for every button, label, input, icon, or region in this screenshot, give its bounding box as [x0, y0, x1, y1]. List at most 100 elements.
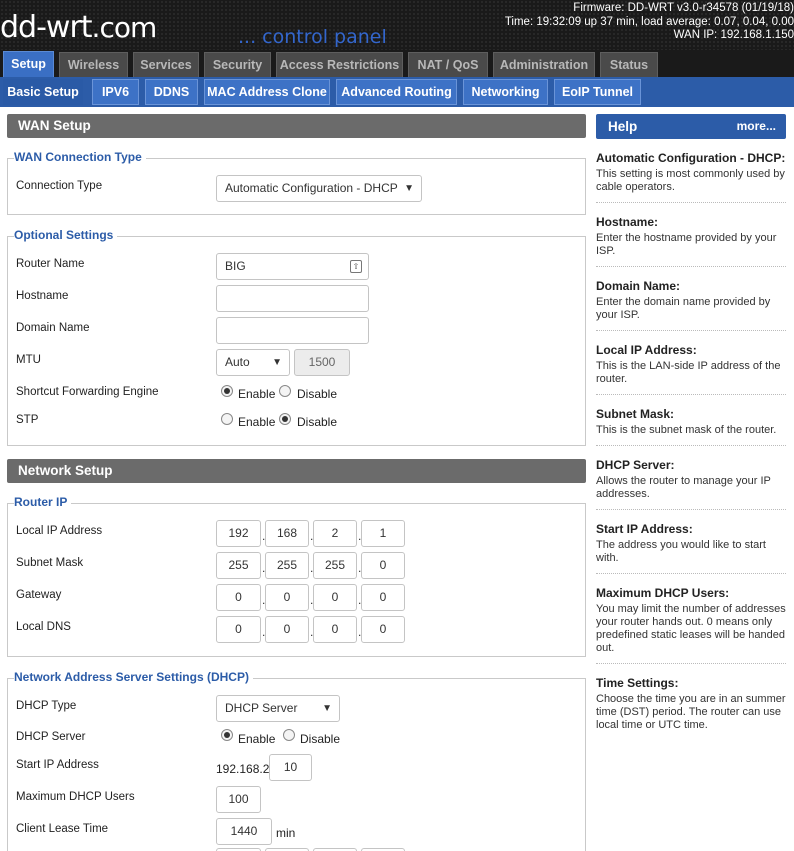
wan-connection-legend: WAN Connection Type [14, 150, 146, 164]
help-item: Time Settings: Choose the time you are i… [596, 676, 786, 754]
help-item-text: This is the subnet mask of the router. [596, 424, 777, 436]
subnet-octet-1[interactable]: 255 [216, 552, 261, 579]
client-lease-time-input[interactable]: 1440 [216, 818, 272, 845]
network-setup-header: Network Setup [7, 459, 586, 483]
dhcp-enable-radio[interactable] [221, 729, 233, 741]
sfe-enable-radio[interactable] [221, 385, 233, 397]
subtab-advanced-routing[interactable]: Advanced Routing [336, 79, 457, 105]
sfe-disable-radio[interactable] [279, 385, 291, 397]
dhcp-type-select[interactable]: DHCP Server ▼ [216, 695, 340, 722]
gateway-octet-2[interactable]: 0 [265, 584, 309, 611]
subnet-octet-4[interactable]: 0 [361, 552, 405, 579]
tab-nat-qos[interactable]: NAT / QoS [408, 52, 488, 77]
stp-disable-label: Disable [297, 415, 338, 429]
help-item: Start IP Address: The address you would … [596, 522, 786, 574]
gateway-octet-3[interactable]: 0 [313, 584, 357, 611]
wan-setup-header: WAN Setup [7, 114, 586, 138]
stp-disable-radio[interactable] [279, 413, 291, 425]
help-item-text: Allows the router to manage your IP addr… [596, 475, 771, 500]
connection-type-label: Connection Type [16, 180, 103, 192]
help-item-text: You may limit the number of addresses yo… [596, 603, 786, 654]
tab-status[interactable]: Status [600, 52, 658, 77]
connection-type-value: Automatic Configuration - DHCP [225, 181, 398, 195]
subnet-mask-label: Subnet Mask [16, 557, 84, 569]
mtu-mode-select[interactable]: Auto ▼ [216, 349, 290, 376]
dns-octet-3[interactable]: 0 [313, 616, 357, 643]
local-ip-label: Local IP Address [16, 525, 103, 537]
dhcp-enable-label: Enable [238, 732, 276, 746]
help-item-text: Enter the domain name provided by your I… [596, 296, 771, 321]
help-item-title: Hostname: [596, 215, 659, 229]
mtu-label: MTU [16, 354, 41, 366]
main-tab-bar: Setup Wireless Services Security Access … [0, 50, 794, 77]
stp-enable-radio[interactable] [221, 413, 233, 425]
sfe-enable-label: Enable [238, 387, 276, 401]
subtab-networking[interactable]: Networking [463, 79, 548, 105]
help-more-link[interactable]: more... [737, 114, 776, 139]
help-item-title: DHCP Server: [596, 458, 675, 472]
router-ip-legend: Router IP [14, 495, 72, 509]
subnet-octet-3[interactable]: 255 [313, 552, 357, 579]
mtu-mode-value: Auto [225, 355, 250, 369]
tab-setup[interactable]: Setup [3, 51, 54, 77]
help-item: Local IP Address: This is the LAN-side I… [596, 343, 786, 395]
tab-security[interactable]: Security [204, 52, 271, 77]
tab-services[interactable]: Services [133, 52, 199, 77]
tab-administration[interactable]: Administration [493, 52, 595, 77]
gateway-octet-4[interactable]: 0 [361, 584, 405, 611]
help-item-title: Subnet Mask: [596, 407, 675, 421]
header: dd-wrt.com ... control panel Firmware: D… [0, 0, 794, 50]
subtab-mac-address-clone[interactable]: MAC Address Clone [204, 79, 330, 105]
dhcp-type-label: DHCP Type [16, 700, 77, 712]
help-item-text: Enter the hostname provided by your ISP. [596, 232, 777, 257]
help-item-text: This is the LAN-side IP address of the r… [596, 360, 781, 385]
dhcp-server-label: DHCP Server [16, 731, 86, 743]
stp-enable-label: Enable [238, 415, 276, 429]
local-ip-octet-1[interactable]: 192 [216, 520, 261, 547]
help-item-title: Domain Name: [596, 279, 681, 293]
tab-wireless[interactable]: Wireless [59, 52, 128, 77]
router-name-label: Router Name [16, 258, 85, 270]
help-item: Automatic Configuration - DHCP: This set… [596, 151, 786, 203]
domain-name-input[interactable] [216, 317, 369, 344]
local-dns-label: Local DNS [16, 621, 71, 633]
mtu-value-input: 1500 [294, 349, 350, 376]
subtab-ipv6[interactable]: IPV6 [92, 79, 139, 105]
key-icon: ⇧ [350, 260, 362, 273]
firmware-info: Firmware: DD-WRT v3.0-r34578 (01/19/18) … [505, 2, 794, 43]
subtab-basic-setup[interactable]: Basic Setup [3, 79, 83, 105]
router-name-input[interactable]: BIG ⇧ [216, 253, 369, 280]
subtab-ddns[interactable]: DDNS [145, 79, 198, 105]
dhcp-disable-label: Disable [300, 732, 341, 746]
subtab-eoip-tunnel[interactable]: EoIP Tunnel [554, 79, 641, 105]
help-item: Domain Name: Enter the domain name provi… [596, 279, 786, 331]
help-header: Help more... [596, 114, 786, 139]
local-ip-octet-3[interactable]: 2 [313, 520, 357, 547]
help-item: Maximum DHCP Users: You may limit the nu… [596, 586, 786, 664]
connection-type-select[interactable]: Automatic Configuration - DHCP ▼ [216, 175, 422, 202]
local-ip-octet-2[interactable]: 168 [265, 520, 309, 547]
subnet-octet-2[interactable]: 255 [265, 552, 309, 579]
help-item-title: Time Settings: [596, 676, 679, 690]
start-ip-input[interactable]: 10 [269, 754, 312, 781]
help-item-title: Maximum DHCP Users: [596, 586, 730, 600]
gateway-octet-1[interactable]: 0 [216, 584, 261, 611]
chevron-down-icon: ▼ [272, 357, 282, 368]
help-item-title: Local IP Address: [596, 343, 697, 357]
local-ip-octet-4[interactable]: 1 [361, 520, 405, 547]
dhcp-legend: Network Address Server Settings (DHCP) [14, 670, 253, 684]
max-dhcp-users-input[interactable]: 100 [216, 786, 261, 813]
dns-octet-1[interactable]: 0 [216, 616, 261, 643]
start-ip-label: Start IP Address [16, 759, 99, 771]
hostname-input[interactable] [216, 285, 369, 312]
dhcp-disable-radio[interactable] [283, 729, 295, 741]
dns-octet-4[interactable]: 0 [361, 616, 405, 643]
optional-settings-legend: Optional Settings [14, 228, 118, 242]
chevron-down-icon: ▼ [404, 183, 414, 194]
dns-octet-2[interactable]: 0 [265, 616, 309, 643]
firmware-version: Firmware: DD-WRT v3.0-r34578 (01/19/18) [573, 2, 794, 14]
lease-unit: min [276, 826, 296, 840]
tab-access-restrictions[interactable]: Access Restrictions [276, 52, 403, 77]
gateway-label: Gateway [16, 589, 62, 601]
help-item-text: The address you would like to start with… [596, 539, 766, 564]
